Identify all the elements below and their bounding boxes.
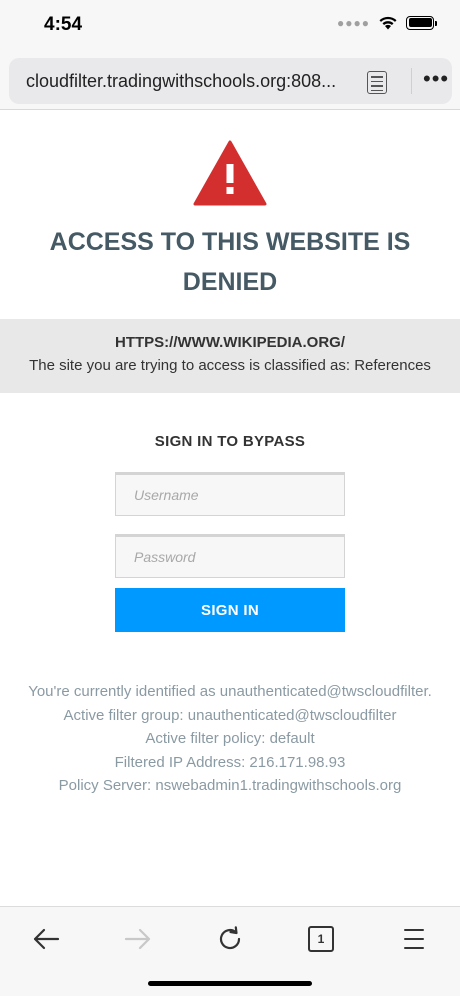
blocked-site-info: HTTPS://WWW.WIKIPEDIA.ORG/ The site you … bbox=[0, 319, 460, 393]
filter-group-text: Active filter group: unauthenticated@tws… bbox=[63, 706, 397, 724]
page-title: ACCESS TO THIS WEBSITE IS DENIED bbox=[0, 222, 460, 302]
forward-arrow-icon bbox=[124, 928, 151, 950]
filtered-ip-text: Filtered IP Address: 216.171.98.93 bbox=[114, 753, 346, 771]
menu-icon bbox=[404, 929, 424, 949]
battery-icon bbox=[406, 15, 437, 30]
back-arrow-icon bbox=[33, 928, 60, 950]
reload-button[interactable] bbox=[210, 919, 250, 959]
reader-mode-icon[interactable] bbox=[367, 71, 387, 94]
signin-heading: SIGN IN TO BYPASS bbox=[154, 433, 306, 450]
tab-count: 1 bbox=[317, 932, 325, 946]
forward-button[interactable] bbox=[118, 919, 158, 959]
filter-policy-text: Active filter policy: default bbox=[145, 730, 315, 747]
browser-address-area: cloudfilter.tradingwithschools.org:808..… bbox=[0, 52, 460, 110]
tabs-button[interactable]: 1 bbox=[301, 919, 341, 959]
identity-text: You're currently identified as unauthent… bbox=[28, 683, 432, 700]
address-bar-divider bbox=[411, 68, 412, 94]
home-indicator bbox=[148, 981, 312, 986]
warning-triangle-icon bbox=[193, 140, 267, 206]
back-button[interactable] bbox=[26, 919, 66, 959]
cellular-dots-icon: ●●●● bbox=[337, 15, 370, 30]
status-bar: 4:54 ●●●● bbox=[0, 0, 460, 52]
url-text[interactable]: cloudfilter.tradingwithschools.org:808..… bbox=[26, 71, 356, 92]
username-field[interactable] bbox=[115, 472, 345, 516]
status-time: 4:54 bbox=[44, 14, 83, 35]
blocked-url: HTTPS://WWW.WIKIPEDIA.ORG/ bbox=[115, 334, 345, 351]
menu-button[interactable] bbox=[394, 919, 434, 959]
tabs-icon: 1 bbox=[308, 926, 334, 952]
page-title-line-2: DENIED bbox=[182, 268, 278, 296]
status-icons: ●●●● bbox=[337, 15, 437, 30]
password-field[interactable] bbox=[115, 534, 345, 578]
site-classification: The site you are trying to access is cla… bbox=[29, 357, 431, 374]
page-title-line-1: ACCESS TO THIS WEBSITE IS bbox=[49, 228, 411, 256]
wifi-icon bbox=[379, 16, 397, 30]
policy-server-text: Policy Server: nswebadmin1.tradingwithsc… bbox=[58, 777, 402, 794]
filter-details: You're currently identified as unauthent… bbox=[0, 680, 460, 798]
reload-icon bbox=[219, 926, 241, 950]
more-options-icon[interactable]: ••• bbox=[423, 68, 449, 90]
signin-button[interactable]: SIGN IN bbox=[115, 588, 345, 632]
address-bar[interactable]: cloudfilter.tradingwithschools.org:808..… bbox=[9, 58, 452, 104]
